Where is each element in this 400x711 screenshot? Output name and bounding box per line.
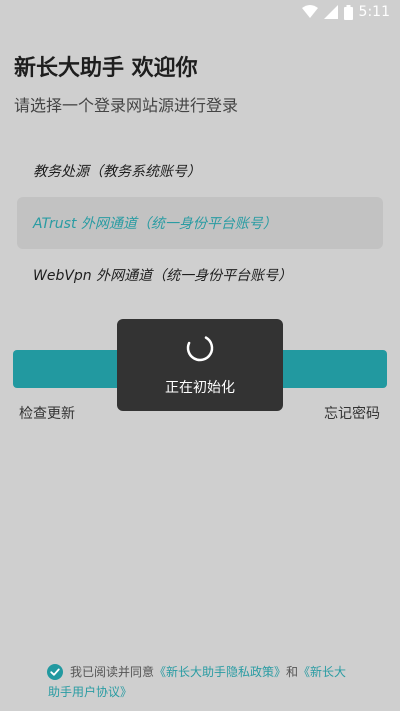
toast-text: 正在初始化 [165, 380, 235, 396]
login-source-list: 教务处源（教务系统账号） ATrust 外网通道（统一身份平台账号） WebVp… [17, 145, 383, 301]
status-bar: 5:11 [0, 0, 400, 24]
agreement-prefix: 我已阅读并同意 [70, 665, 155, 679]
loading-toast: 正在初始化 [117, 319, 283, 411]
battery-icon [343, 4, 353, 20]
login-source-label: WebVpn 外网通道（统一身份平台账号） [33, 268, 293, 284]
login-source-option-atrust[interactable]: ATrust 外网通道（统一身份平台账号） [17, 197, 383, 249]
agreement-conjunction: 和 [286, 665, 299, 679]
login-source-label: ATrust 外网通道（统一身份平台账号） [33, 216, 277, 232]
agreement-text: 我已阅读并同意《新长大助手隐私政策》和《新长大助手用户协议》 [48, 662, 348, 702]
privacy-policy-link[interactable]: 《新长大助手隐私政策》 [154, 665, 286, 679]
forgot-password-link[interactable]: 忘记密码 [324, 403, 380, 423]
status-time: 5:11 [358, 4, 390, 20]
login-source-option-webvpn[interactable]: WebVpn 外网通道（统一身份平台账号） [17, 249, 383, 301]
page-subtitle: 请选择一个登录网站源进行登录 [14, 96, 239, 115]
wifi-icon [301, 5, 318, 19]
loading-spinner-icon [186, 334, 214, 362]
login-source-option-jwc[interactable]: 教务处源（教务系统账号） [17, 145, 383, 197]
page-title: 新长大助手 欢迎你 [14, 56, 198, 81]
check-update-link[interactable]: 检查更新 [19, 403, 75, 423]
signal-icon [323, 5, 338, 19]
login-source-label: 教务处源（教务系统账号） [33, 164, 201, 180]
